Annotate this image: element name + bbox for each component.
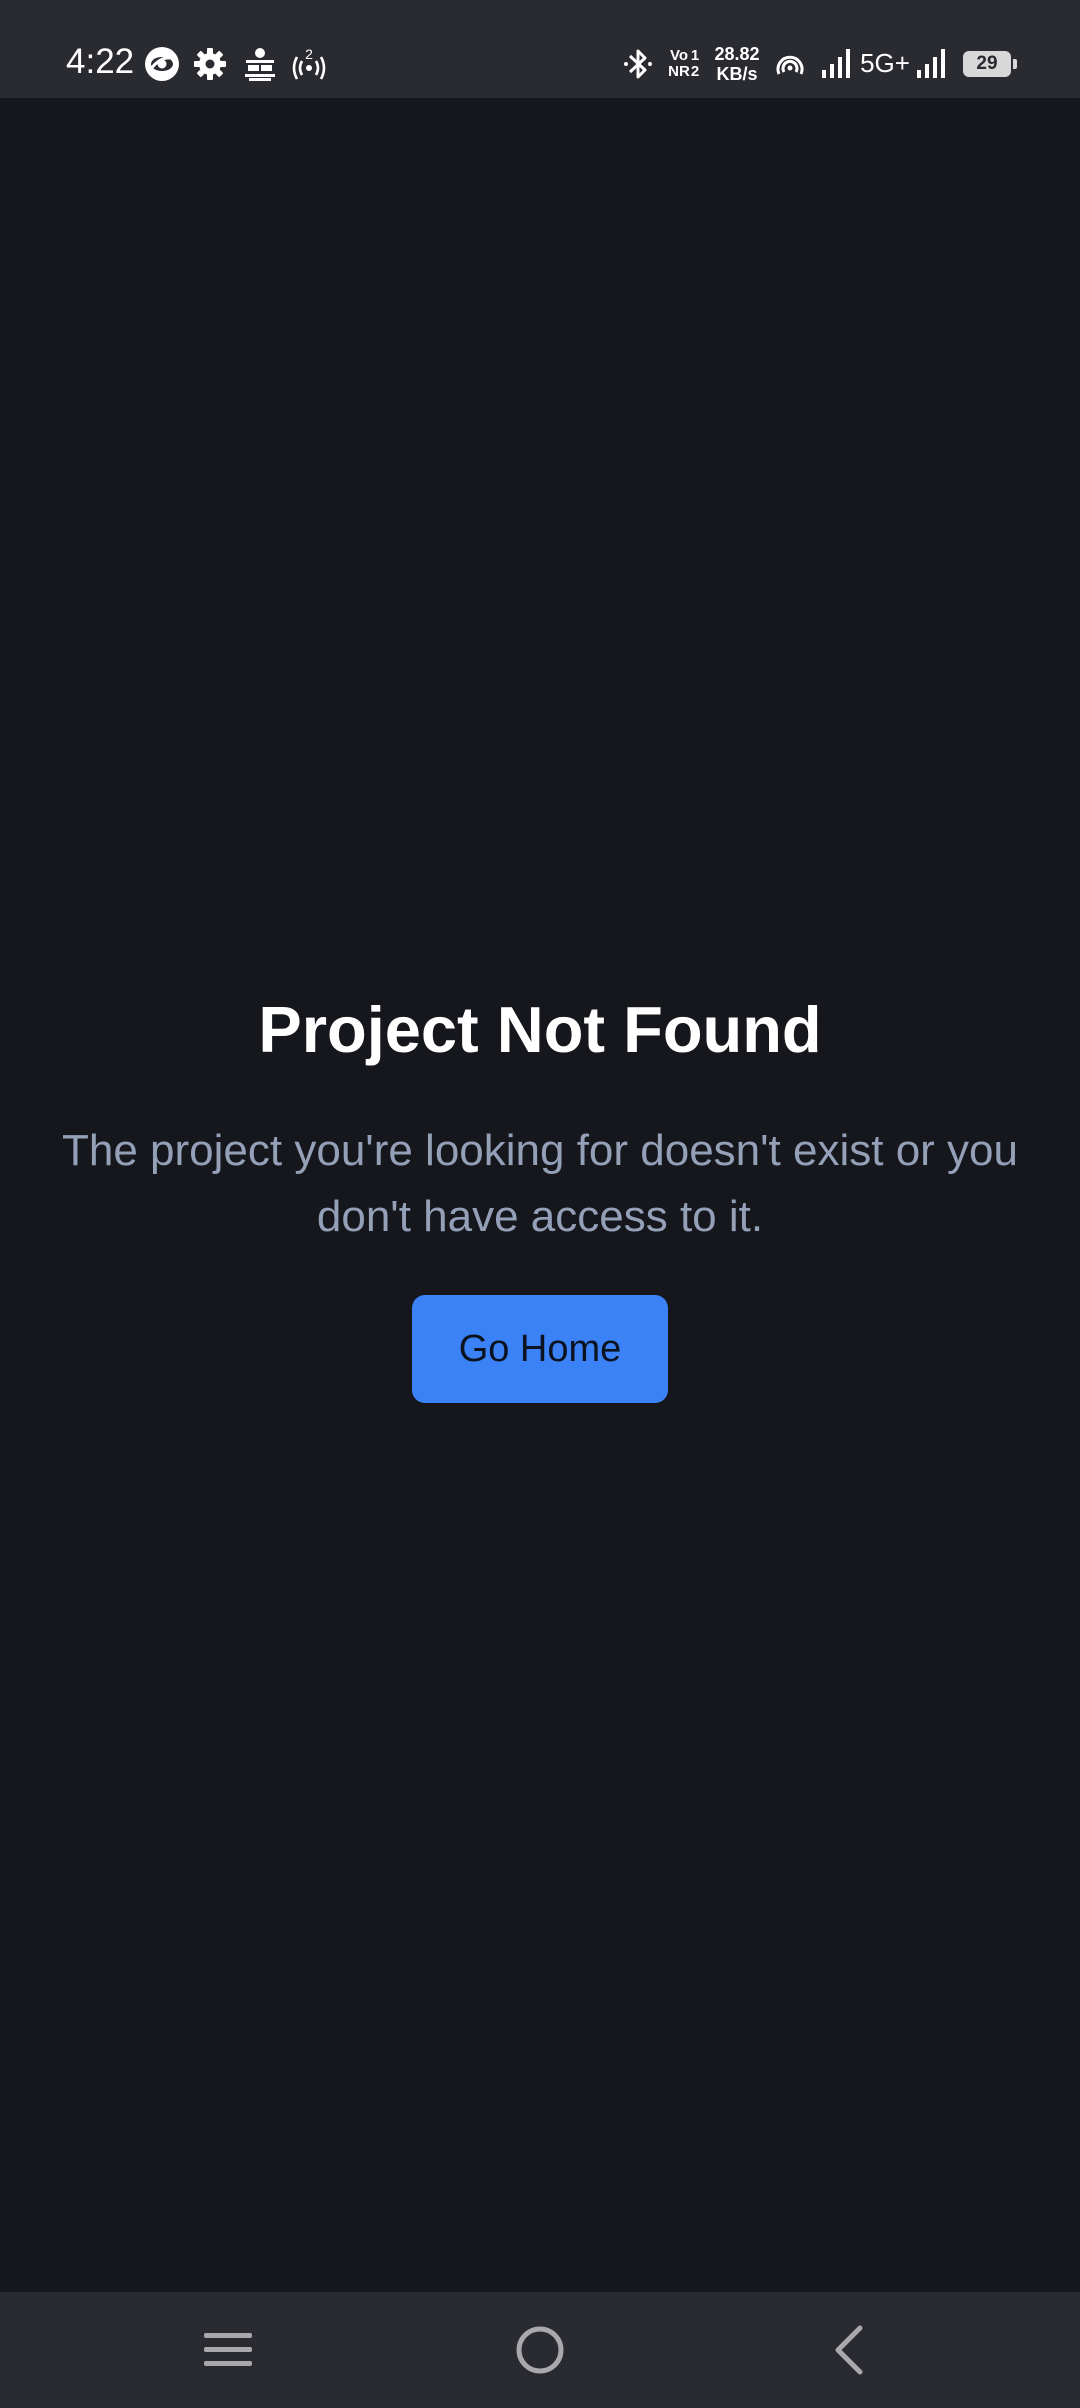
home-button[interactable] [500, 2310, 580, 2390]
go-home-button[interactable]: Go Home [412, 1295, 668, 1403]
news-app-icon [245, 48, 275, 81]
gear-icon [194, 48, 226, 80]
signal-icon [917, 49, 945, 78]
back-icon [835, 2325, 863, 2375]
back-button[interactable] [808, 2310, 888, 2390]
menu-icon [204, 2333, 252, 2366]
battery-icon: 29 [963, 51, 1017, 77]
wifi-calling-icon [776, 55, 804, 75]
hotspot-count: 2 [305, 46, 313, 62]
bluetooth-icon [624, 49, 652, 79]
home-icon [516, 2326, 564, 2374]
error-message: The project you're looking for doesn't e… [62, 1126, 1018, 1241]
eye-circle-icon [145, 47, 179, 81]
data-speed-value: 28.82 [714, 44, 760, 64]
navigation-bar [0, 2292, 1080, 2408]
network-type-label: 5G+ [860, 48, 910, 78]
status-time: 4:22 [66, 42, 135, 81]
data-speed-unit: KB/s [716, 64, 758, 84]
volte-sim-label: 1 [690, 47, 700, 64]
page-title: Project Not Found [258, 993, 822, 1066]
recent-apps-button[interactable] [188, 2310, 268, 2390]
nr-sim-label: 2 [690, 63, 700, 80]
battery-level: 29 [976, 53, 998, 74]
status-bar: 4:22 2 Vo 1 NR 2 28.82 KB/s 5G+ 29 [0, 0, 1080, 98]
signal-icon [822, 49, 850, 78]
